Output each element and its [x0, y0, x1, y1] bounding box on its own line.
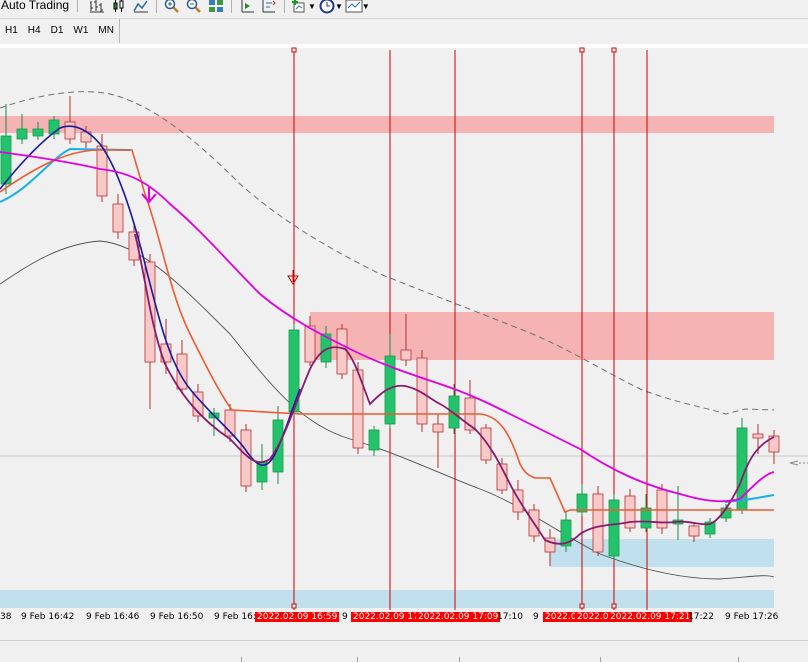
- time-label: 9 Feb 16:42: [21, 612, 75, 622]
- marker-handle[interactable]: [579, 603, 585, 609]
- bear-candle: [400, 349, 412, 361]
- bull-candle: [368, 429, 380, 451]
- chevron-down-icon[interactable]: ▼: [362, 2, 370, 11]
- tile-windows-icon[interactable]: [205, 0, 227, 15]
- chart-shift-icon[interactable]: [258, 0, 280, 15]
- bull-candle: [640, 507, 652, 529]
- supply-zone: [310, 312, 774, 360]
- supply-zone: [0, 116, 774, 133]
- marker-handle[interactable]: [579, 47, 585, 53]
- toolbar-separator: [156, 0, 158, 13]
- auto-trading-button[interactable]: Auto Trading: [0, 0, 79, 12]
- bear-candle: [64, 121, 76, 140]
- marker-time-label: 2022.02.09 17:21: [608, 612, 693, 622]
- marker-time-label: 2022.02.09 17: [351, 612, 421, 622]
- bear-candle: [688, 525, 700, 537]
- timeframe-mn[interactable]: MN: [93, 19, 119, 43]
- bull-candle: [448, 395, 460, 429]
- bull-candle: [32, 128, 44, 137]
- time-label: 38: [0, 612, 12, 622]
- marker-time-label: 2022.0: [575, 612, 611, 622]
- zoom-in-icon[interactable]: [161, 0, 183, 15]
- time-axis: 38 9 Feb 16:42 9 Feb 16:46 9 Feb 16:50 9…: [0, 610, 808, 628]
- toolbar-separator: [284, 0, 286, 13]
- chevron-down-icon[interactable]: ▼: [335, 2, 343, 11]
- line-chart-icon[interactable]: [130, 0, 152, 15]
- time-label: 9 Feb 16:46: [86, 612, 140, 622]
- demand-zone: [550, 539, 774, 567]
- toolbar: Auto Trading ▼ ▼ ▼: [0, 0, 808, 19]
- bull-candle: [16, 128, 28, 140]
- time-label: 9: [533, 612, 539, 622]
- bear-candle: [336, 328, 348, 375]
- autoscroll-icon[interactable]: [236, 0, 258, 15]
- status-bar: [0, 640, 808, 662]
- bear-candle: [304, 325, 316, 363]
- bear-candle: [112, 203, 124, 233]
- price-chart[interactable]: [0, 44, 808, 610]
- time-label: 9 Feb 16:: [214, 612, 256, 622]
- timeframe-d1[interactable]: D1: [46, 19, 69, 43]
- chevron-down-icon[interactable]: ▼: [308, 2, 316, 11]
- bear-candle: [480, 427, 492, 461]
- time-label: 17:10: [497, 612, 523, 622]
- time-label: 9: [342, 612, 348, 622]
- zoom-out-icon[interactable]: [183, 0, 205, 15]
- timeframe-bar: H1 H4 D1 W1 MN: [0, 19, 808, 43]
- timeframe-h4[interactable]: H4: [23, 19, 46, 43]
- candle-chart-icon[interactable]: [108, 0, 130, 15]
- bear-candle: [432, 423, 444, 433]
- bar-chart-icon[interactable]: [86, 0, 108, 15]
- timeframe-h1[interactable]: H1: [0, 19, 23, 43]
- chart-top-edge: [0, 44, 808, 48]
- marker-handle[interactable]: [291, 47, 297, 53]
- timeframe-group: H1 H4 D1 W1 MN: [0, 19, 120, 43]
- bear-candle: [592, 493, 604, 553]
- marker-time-label: 2022.02.09 17:09: [416, 612, 501, 622]
- demand-zone: [0, 590, 774, 608]
- marker-handle[interactable]: [611, 603, 617, 609]
- marker-handle[interactable]: [611, 47, 617, 53]
- time-label: 17:22: [688, 612, 714, 622]
- bear-candle: [752, 433, 764, 439]
- marker-time-label: 2022.0: [543, 612, 579, 622]
- time-label: 9 Feb 17:26: [725, 612, 779, 622]
- bull-candle: [608, 499, 620, 557]
- chart-canvas[interactable]: [0, 44, 808, 610]
- timeframe-w1[interactable]: W1: [68, 19, 93, 43]
- time-label: 9 Feb 16:50: [150, 612, 204, 622]
- marker-time-label: 2022.02.09 16:59: [255, 612, 340, 622]
- toolbar-separator: [231, 0, 233, 13]
- marker-handle[interactable]: [291, 603, 297, 609]
